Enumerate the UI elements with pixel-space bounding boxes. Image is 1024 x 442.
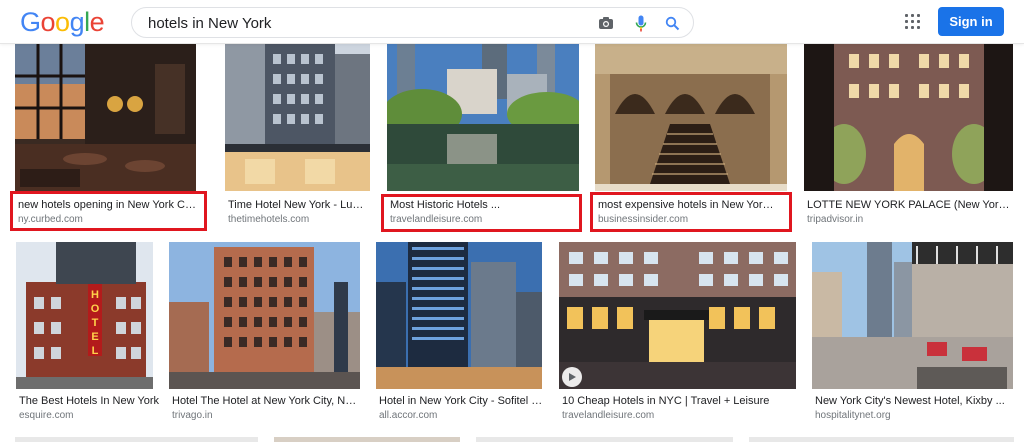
svg-text:H: H <box>91 289 99 301</box>
next-row-thumbnail[interactable] <box>15 437 258 442</box>
logo-letter: g <box>69 7 85 37</box>
result-thumbnail[interactable] <box>169 242 360 389</box>
result-source[interactable]: all.accor.com <box>379 410 437 422</box>
image-result[interactable]: most expensive hotels in New York ... bu… <box>590 44 792 234</box>
result-thumbnail[interactable] <box>376 242 542 389</box>
search-icon[interactable] <box>663 14 681 32</box>
result-source[interactable]: hospitalitynet.org <box>815 410 891 422</box>
image-result[interactable]: New York City's Newest Hotel, Kixby ... … <box>812 242 1014 422</box>
highlight-box <box>10 191 207 231</box>
next-row-thumbnail[interactable] <box>476 437 733 442</box>
image-result[interactable]: Most Historic Hotels ... travelandleisur… <box>381 44 582 234</box>
search-input[interactable] <box>148 13 578 33</box>
result-title[interactable]: New York City's Newest Hotel, Kixby ... <box>815 395 1013 408</box>
result-title[interactable]: 10 Cheap Hotels in NYC | Travel + Leisur… <box>562 395 796 408</box>
result-source[interactable]: travelandleisure.com <box>562 410 654 422</box>
next-row-thumbnail[interactable] <box>749 437 1014 442</box>
result-thumbnail[interactable]: H O T E L <box>16 242 153 389</box>
image-result[interactable]: Time Hotel New York - Luxury ... thetime… <box>225 44 370 234</box>
sign-in-button[interactable]: Sign in <box>938 7 1004 36</box>
result-thumbnail[interactable] <box>804 44 1013 191</box>
result-thumbnail[interactable] <box>225 44 370 191</box>
image-result[interactable]: Hotel The Hotel at New York City, New ..… <box>169 242 361 422</box>
result-thumbnail[interactable] <box>595 44 787 191</box>
image-result[interactable]: LOTTE NEW YORK PALACE (New York City ...… <box>804 44 1014 234</box>
play-video-icon[interactable] <box>562 367 582 387</box>
result-title[interactable]: LOTTE NEW YORK PALACE (New York City ... <box>807 199 1012 212</box>
svg-text:L: L <box>92 345 99 357</box>
result-thumbnail[interactable] <box>15 44 196 191</box>
result-title[interactable]: Hotel The Hotel at New York City, New ..… <box>172 395 360 408</box>
highlight-box <box>590 192 792 232</box>
search-box <box>131 7 694 38</box>
svg-text:O: O <box>91 303 100 315</box>
logo-letter: o <box>55 7 70 37</box>
google-logo[interactable]: Google <box>20 7 105 37</box>
logo-letter: o <box>40 7 56 37</box>
result-source[interactable]: thetimehotels.com <box>228 214 309 226</box>
image-result[interactable]: H O T E L The Best Hotels In New York es… <box>16 242 159 422</box>
svg-text:T: T <box>92 317 99 329</box>
result-thumbnail[interactable] <box>812 242 1013 389</box>
apps-grid-icon[interactable] <box>905 14 920 29</box>
top-bar: Google Sign in <box>0 0 1024 44</box>
result-source[interactable]: esquire.com <box>19 410 73 422</box>
camera-icon[interactable] <box>597 14 615 32</box>
result-thumbnail[interactable] <box>559 242 796 389</box>
result-title[interactable]: The Best Hotels In New York <box>19 395 159 408</box>
result-source[interactable]: trivago.in <box>172 410 213 422</box>
result-title[interactable]: Time Hotel New York - Luxury ... <box>228 199 368 212</box>
result-source[interactable]: tripadvisor.in <box>807 214 863 226</box>
result-thumbnail[interactable] <box>387 44 579 191</box>
result-title[interactable]: Hotel in New York City - Sofitel New ... <box>379 395 544 408</box>
highlight-box <box>381 194 582 232</box>
microphone-icon[interactable] <box>632 14 650 32</box>
image-result[interactable]: Hotel in New York City - Sofitel New ...… <box>376 242 544 422</box>
next-row-thumbnail[interactable] <box>274 437 460 442</box>
svg-text:E: E <box>91 331 98 343</box>
image-result[interactable]: new hotels opening in New York City ... … <box>10 44 207 234</box>
logo-letter: e <box>89 7 105 37</box>
image-result[interactable]: 10 Cheap Hotels in NYC | Travel + Leisur… <box>559 242 796 422</box>
logo-letter: G <box>20 7 41 37</box>
